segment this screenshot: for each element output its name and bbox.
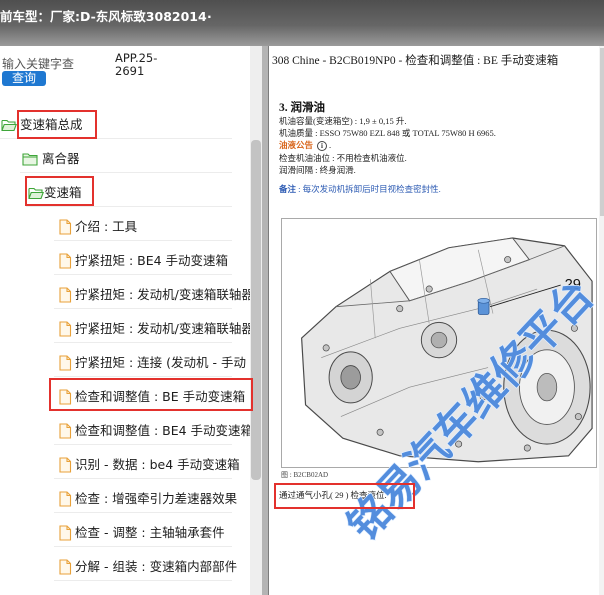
- lubrication-interval-text: 润滑间隔 : 终身润滑.: [279, 165, 356, 175]
- tree-folder-transmission-assembly[interactable]: 变速箱总成: [0, 112, 232, 139]
- fluid-notice-trailing: .: [329, 140, 332, 150]
- document-icon: [59, 559, 72, 575]
- document-icon: [59, 287, 72, 303]
- tree-label: 变速箱总成: [20, 117, 83, 132]
- tree-label: 变速箱: [44, 185, 82, 200]
- document-icon: [59, 457, 72, 473]
- tree-label: 介绍 : 工具: [75, 219, 138, 234]
- document-scrollbar-thumb[interactable]: [600, 48, 604, 216]
- callout-number: 29: [565, 277, 581, 293]
- tree-scrollbar-thumb[interactable]: [251, 140, 261, 480]
- document-icon: [59, 389, 72, 405]
- tree-document-item[interactable]: 拧紧扭矩 : 发动机/变速箱联轴器: [54, 282, 250, 309]
- fluid-notice-link[interactable]: 油液公告 i.: [279, 140, 332, 152]
- app-code: APP.25-2691: [115, 51, 158, 78]
- tree-document-item[interactable]: 检查和调整值 : BE4 手动变速箱: [54, 418, 250, 445]
- tree-folder-clutch[interactable]: 离合器: [20, 146, 232, 173]
- tree-label: 拧紧扭矩 : BE4 手动变速箱: [75, 253, 229, 268]
- oil-capacity-text: 机油容量(变速箱空) : 1,9 ± 0,15 升.: [279, 116, 407, 126]
- section-heading: 3. 润滑油: [279, 102, 325, 114]
- tree-document-item[interactable]: 识别 - 数据 : be4 手动变速箱: [54, 452, 240, 479]
- folder-open-icon: [1, 119, 17, 132]
- search-button[interactable]: 查询: [2, 71, 46, 86]
- navigation-tree-pane: 输入关键字查 查询 APP.25-2691 变速箱总成 离合器 变速箱 介绍 :…: [0, 46, 250, 595]
- tree-label: 检查和调整值 : BE4 手动变速箱: [75, 423, 250, 438]
- vehicle-maker: 厂家:D-东风标致3082014: [50, 9, 207, 24]
- search-input[interactable]: 输入关键字查: [2, 55, 74, 72]
- remark-note: 备注 : 每次发动机拆卸后时目视检查密封性.: [279, 184, 441, 195]
- folder-open-icon: [28, 187, 44, 200]
- tree-label: 拧紧扭矩 : 发动机/变速箱联轴器: [75, 321, 250, 336]
- tree-label: 离合器: [42, 151, 80, 166]
- folder-icon: [22, 153, 38, 166]
- document-icon: [59, 219, 72, 235]
- tree-scrollbar[interactable]: [250, 46, 262, 595]
- tree-label: 分解 - 组装 : 变速箱内部部件: [75, 559, 238, 574]
- tree-document-item[interactable]: 拧紧扭矩 : 连接 (发动机 - 手动: [54, 350, 246, 377]
- oil-level-check-text: 检查机油油位 : 不用检查机油液位.: [279, 153, 407, 163]
- tree-document-item[interactable]: 分解 - 组装 : 变速箱内部部件: [54, 554, 237, 581]
- vehicle-label: 前车型：: [0, 9, 51, 24]
- header-trailing-text: .: [207, 6, 212, 21]
- tree-label: 识别 - 数据 : be4 手动变速箱: [75, 457, 240, 472]
- figure-caption: 图 : B2CB02AD: [281, 471, 329, 479]
- tree-label: 拧紧扭矩 : 连接 (发动机 - 手动: [75, 355, 246, 370]
- tree-label: 检查 : 增强牵引力差速器效果: [75, 491, 238, 506]
- remark-label: 备注: [279, 184, 297, 194]
- tree-document-item[interactable]: 介绍 : 工具: [54, 214, 232, 241]
- info-icon[interactable]: i: [317, 141, 328, 152]
- gearbox-figure: 29: [281, 218, 597, 468]
- document-title: 308 Chine - B2CB019NP0 - 检查和调整值 : BE 手动变…: [272, 55, 559, 67]
- tree-document-item[interactable]: 检查 : 增强牵引力差速器效果: [54, 486, 237, 513]
- document-viewer-pane: 308 Chine - B2CB019NP0 - 检查和调整值 : BE 手动变…: [268, 46, 604, 595]
- remark-text: : 每次发动机拆卸后时目视检查密封性.: [296, 184, 441, 194]
- document-icon: [59, 253, 72, 269]
- top-header-bar: 前车型： 厂家:D-东风标致3082014 .: [0, 0, 604, 46]
- document-icon: [59, 491, 72, 507]
- tree-folder-gearbox[interactable]: 变速箱: [26, 180, 232, 207]
- document-icon: [59, 525, 72, 541]
- tree-document-item[interactable]: 检查 - 调整 : 主轴轴承套件: [54, 520, 232, 547]
- tree-label: 拧紧扭矩 : 发动机/变速箱联轴器: [75, 287, 250, 302]
- document-icon: [59, 423, 72, 439]
- document-icon: [59, 355, 72, 371]
- document-icon: [59, 321, 72, 337]
- tree-label: 检查和调整值 : BE 手动变速箱: [75, 389, 246, 404]
- gearbox-illustration: 29: [301, 237, 593, 463]
- oil-grade-text: 机油质量 : ESSO 75W80 EZL 848 或 TOTAL 75W80 …: [279, 128, 496, 138]
- fluid-notice-label: 油液公告: [279, 140, 314, 150]
- tree-document-item-selected[interactable]: 检查和调整值 : BE 手动变速箱: [54, 384, 245, 411]
- tree-document-item[interactable]: 拧紧扭矩 : 发动机/变速箱联轴器: [54, 316, 250, 343]
- document-scrollbar[interactable]: [599, 46, 604, 595]
- tree-document-item[interactable]: 拧紧扭矩 : BE4 手动变速箱: [54, 248, 232, 275]
- tree-label: 检查 - 调整 : 主轴轴承套件: [75, 525, 225, 540]
- figure-note: 通过通气小孔( 29 ) 检查液位.: [279, 490, 387, 500]
